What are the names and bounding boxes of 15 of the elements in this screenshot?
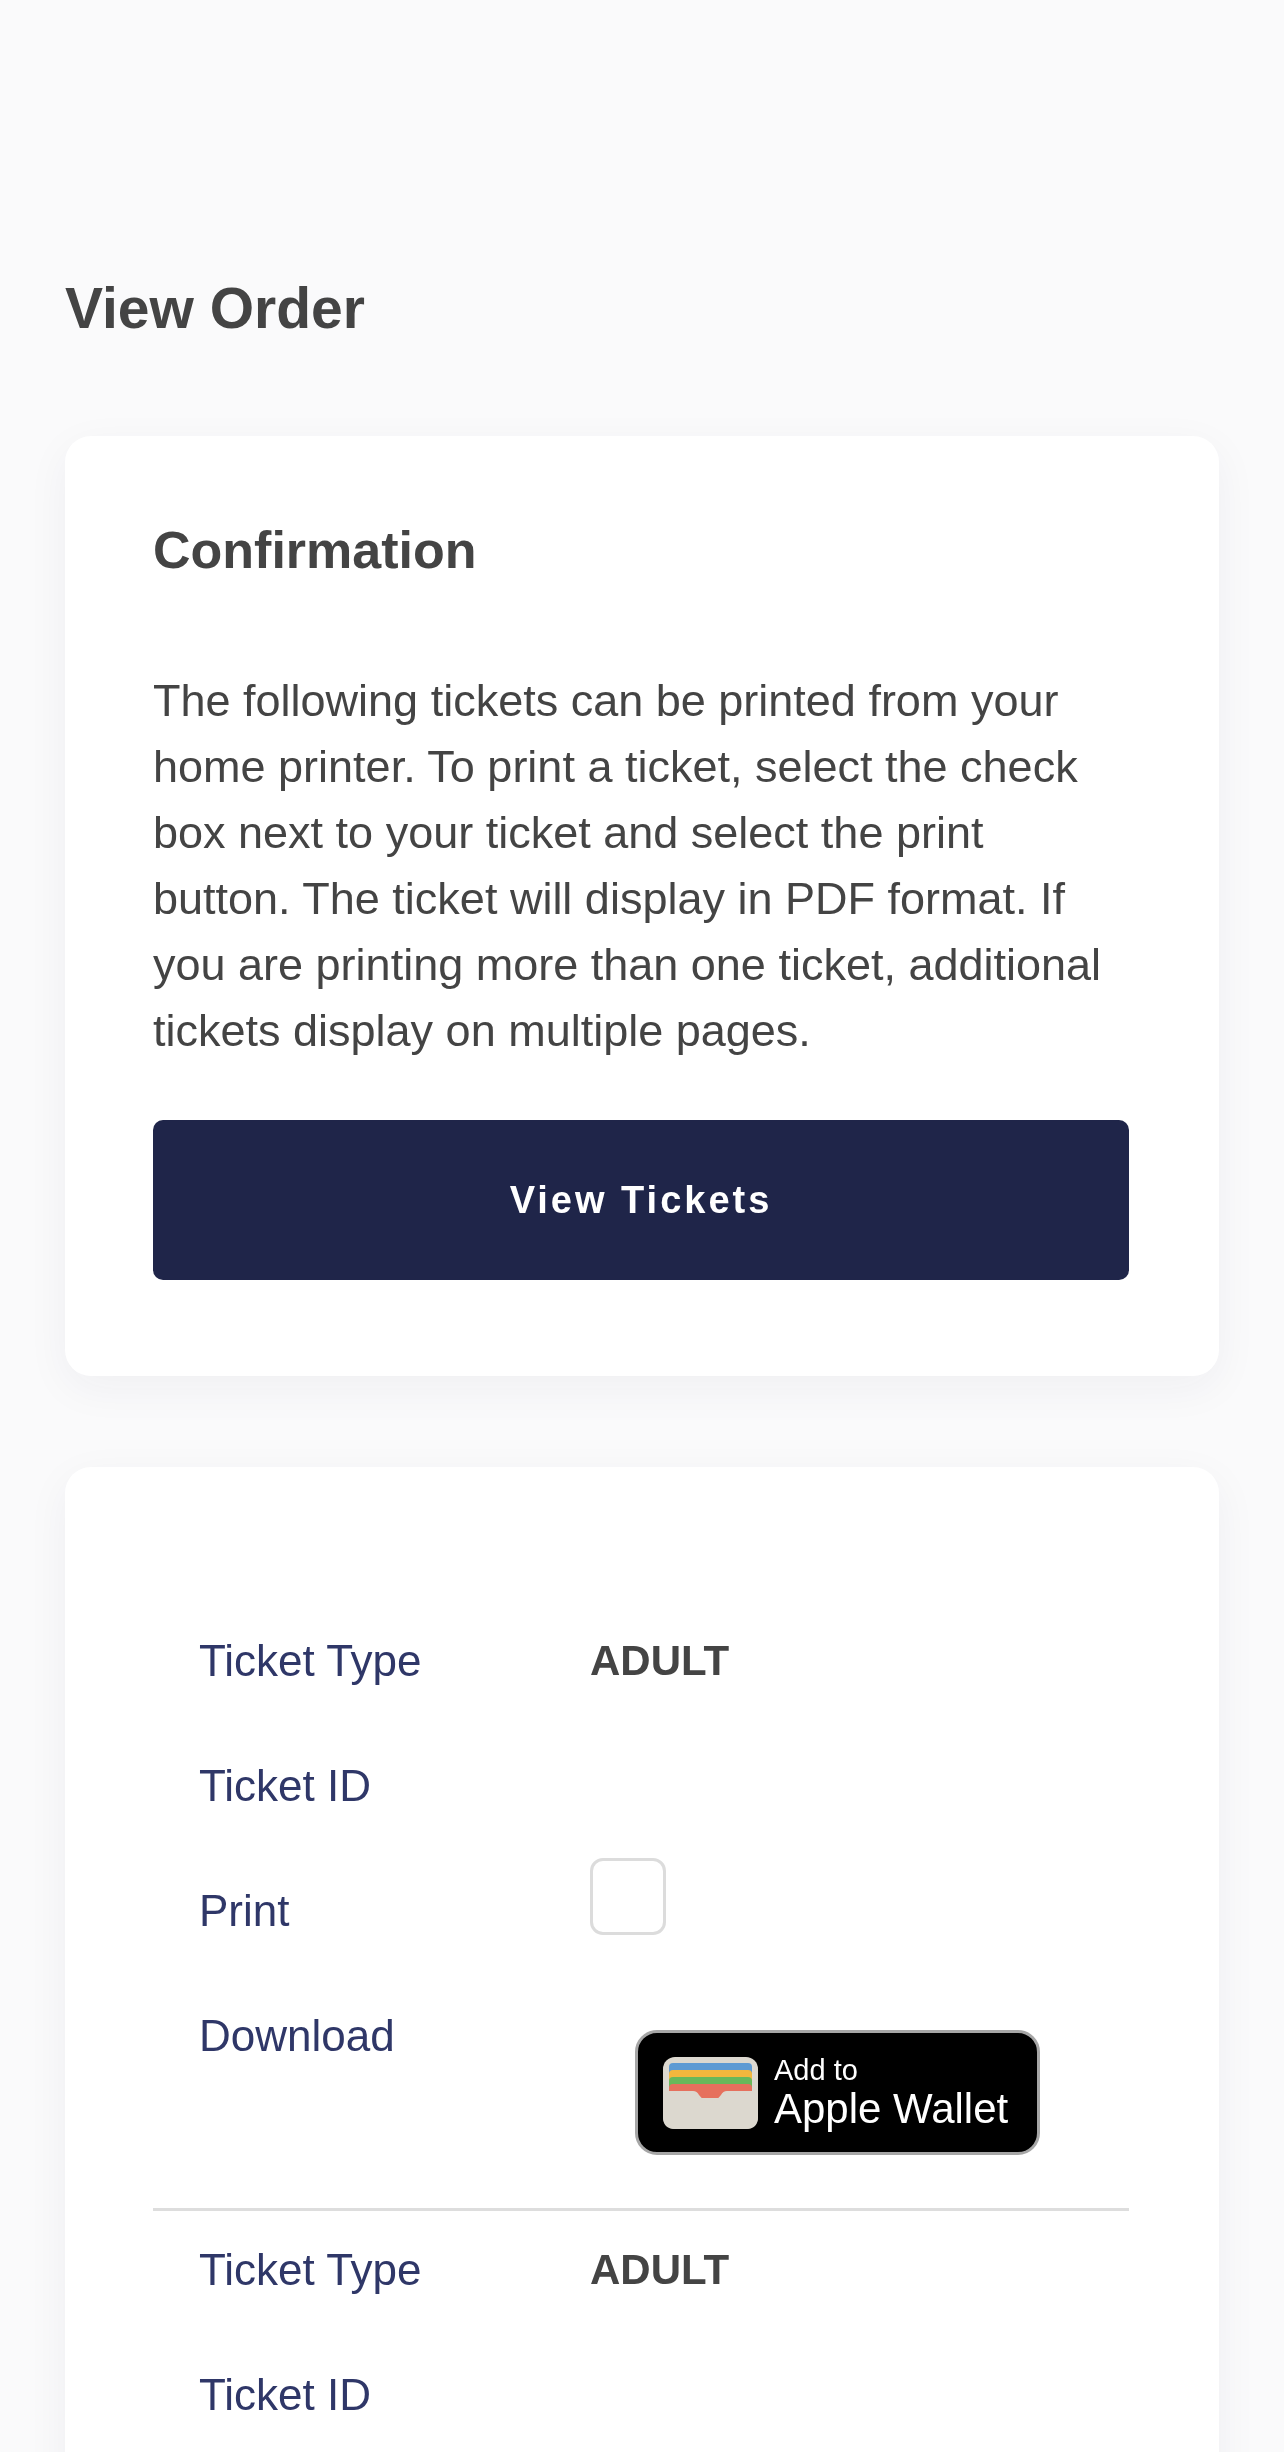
instructions-text: The following tickets can be printed from your home printer. To print a ticket, select the check box next to your ticket and select the print button. The ticket will display in PDF format. If you are printing more than one ticket, additional tickets display on multiple pages.: [153, 674, 1103, 1058]
card-title: Confirmation: [153, 520, 478, 580]
field-label: Ticket ID: [199, 1760, 372, 1812]
field-label: Ticket ID: [199, 2369, 372, 2421]
field-label: Ticket Type: [199, 2244, 423, 2296]
wallet-icon: [663, 2056, 758, 2129]
print-checkbox[interactable]: [590, 1858, 666, 1935]
page-title: View Order: [65, 276, 366, 340]
field-value: ADULT: [590, 1636, 730, 1686]
field-value: ADULT: [590, 2245, 730, 2295]
field-label: Ticket Type: [199, 1635, 423, 1687]
view-tickets-button[interactable]: View Tickets: [153, 1120, 1129, 1280]
field-label: Print: [199, 1885, 291, 1937]
field-label: Download: [199, 2010, 396, 2062]
add-to-wallet-button[interactable]: Add to Apple Wallet: [635, 2030, 1040, 2155]
